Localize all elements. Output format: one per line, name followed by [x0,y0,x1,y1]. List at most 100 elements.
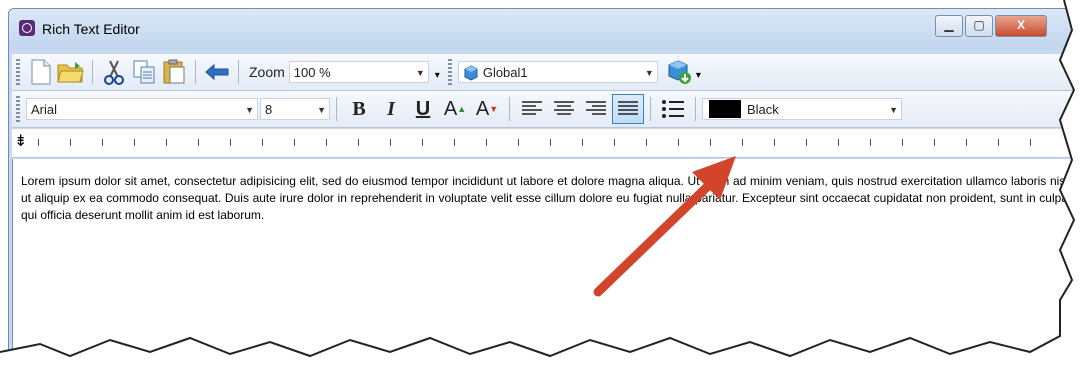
zoom-value: 100 % [293,65,331,80]
ruler-tick [902,139,903,146]
open-folder-button[interactable] [56,57,86,87]
ruler-tick [166,139,167,146]
ruler-tick [966,139,967,146]
color-swatch [709,100,741,118]
title-bar[interactable]: Rich Text Editor ▁ ▢ X [9,9,1079,49]
align-left-icon [522,101,542,115]
shrink-font-icon: ▼ [489,104,499,114]
ruler-tick [678,139,679,146]
toolbar-separator [195,60,196,84]
font-size-value: 8 [265,102,273,117]
paste-icon [163,59,185,84]
ruler-tick [134,139,135,146]
chevron-down-icon: ▼ [415,68,425,78]
ruler-tick [518,139,519,146]
ruler-tick [614,139,615,146]
toolbar-grip[interactable] [447,59,452,85]
zoom-combo[interactable]: 100 % ▼ [288,61,429,83]
minimize-button[interactable]: ▁ [935,15,963,37]
align-justify-icon [618,101,638,115]
ruler-tick [1030,139,1031,146]
ruler-tick [806,139,807,146]
ruler-tick [38,139,39,146]
overflow-chevron-icon[interactable]: ▾ [435,70,440,81]
ruler-tick [102,139,103,146]
zoom-label: Zoom [249,64,285,80]
formatting-toolbar: Arial ▼ 8 ▼ B I U A ▲ A ▼ Black ▼ [12,91,1076,128]
toolbar-separator [695,97,696,121]
bullet-list-icon [662,100,684,118]
chevron-down-icon: ▼ [245,105,254,115]
indent-marker-icon[interactable]: ⇟ [14,131,27,151]
toolbar-grip[interactable] [16,96,20,122]
font-size-combo[interactable]: 8 ▼ [260,98,330,120]
shrink-font-button[interactable]: A ▼ [471,94,503,124]
ruler-tick [646,139,647,146]
app-icon [19,20,35,36]
bullet-list-button[interactable] [657,94,689,124]
toolbar-separator [650,97,651,121]
scope-action-button[interactable] [664,57,694,87]
justify-button[interactable] [612,94,644,124]
ruler-tick [230,139,231,146]
copy-button[interactable] [129,57,159,87]
ruler-tick [870,139,871,146]
ruler-tick [998,139,999,146]
ruler-tick [198,139,199,146]
ruler-tick [934,139,935,146]
ruler-tick [710,139,711,146]
undo-arrow-icon [205,63,229,81]
font-name-value: Arial [31,102,58,117]
cube-icon [464,65,478,81]
scissors-icon [104,60,124,85]
ruler-tick [70,139,71,146]
align-right-icon [586,101,606,115]
bold-button[interactable]: B [343,94,375,124]
ruler-tick [262,139,263,146]
align-right-button[interactable] [580,94,612,124]
ruler-tick [838,139,839,146]
font-name-combo[interactable]: Arial ▼ [26,98,258,120]
toolbar-separator [509,97,510,121]
paste-button[interactable] [159,57,189,87]
ruler-tick [422,139,423,146]
align-center-button[interactable] [548,94,580,124]
cube-download-icon [668,60,691,84]
grow-font-label: A [443,97,458,120]
toolbar-separator [336,97,337,121]
cut-button[interactable] [99,57,129,87]
editor-text-area[interactable]: Lorem ipsum dolor sit amet, consectetur … [12,159,1076,374]
copy-icon [133,60,155,84]
ruler-tick [358,139,359,146]
maximize-button[interactable]: ▢ [965,15,993,37]
scope-value: Global1 [482,65,528,80]
close-button[interactable]: X [995,15,1047,37]
text-color-combo[interactable]: Black ▼ [702,98,902,120]
grow-font-button[interactable]: A ▲ [439,94,471,124]
undo-button[interactable] [202,57,232,87]
new-document-button[interactable] [26,57,56,87]
toolbar-grip[interactable] [16,59,20,85]
chevron-down-icon: ▼ [889,105,898,115]
ruler-tick [390,139,391,146]
new-document-icon [31,59,51,85]
ruler-tick [582,139,583,146]
grow-font-icon: ▲ [457,104,467,114]
ruler-tick [454,139,455,146]
align-left-button[interactable] [516,94,548,124]
overflow-chevron-icon[interactable]: ▾ [696,70,701,81]
window-title: Rich Text Editor [42,21,140,37]
toolbar-separator [92,60,93,84]
ruler[interactable]: ⇟ [12,129,1076,158]
scope-combo[interactable]: Global1 ▼ [457,61,658,83]
ruler-tick [550,139,551,146]
chevron-down-icon: ▼ [317,105,326,115]
chevron-down-icon: ▼ [644,68,654,78]
ruler-tick [326,139,327,146]
italic-button[interactable]: I [375,94,407,124]
ruler-tick [742,139,743,146]
shrink-font-label: A [475,97,490,120]
rich-text-editor-window: Rich Text Editor ▁ ▢ X Zoom 100 % ▼ ▾ Gl… [8,8,1080,375]
text-color-value: Black [747,102,779,117]
underline-button[interactable]: U [407,94,439,124]
